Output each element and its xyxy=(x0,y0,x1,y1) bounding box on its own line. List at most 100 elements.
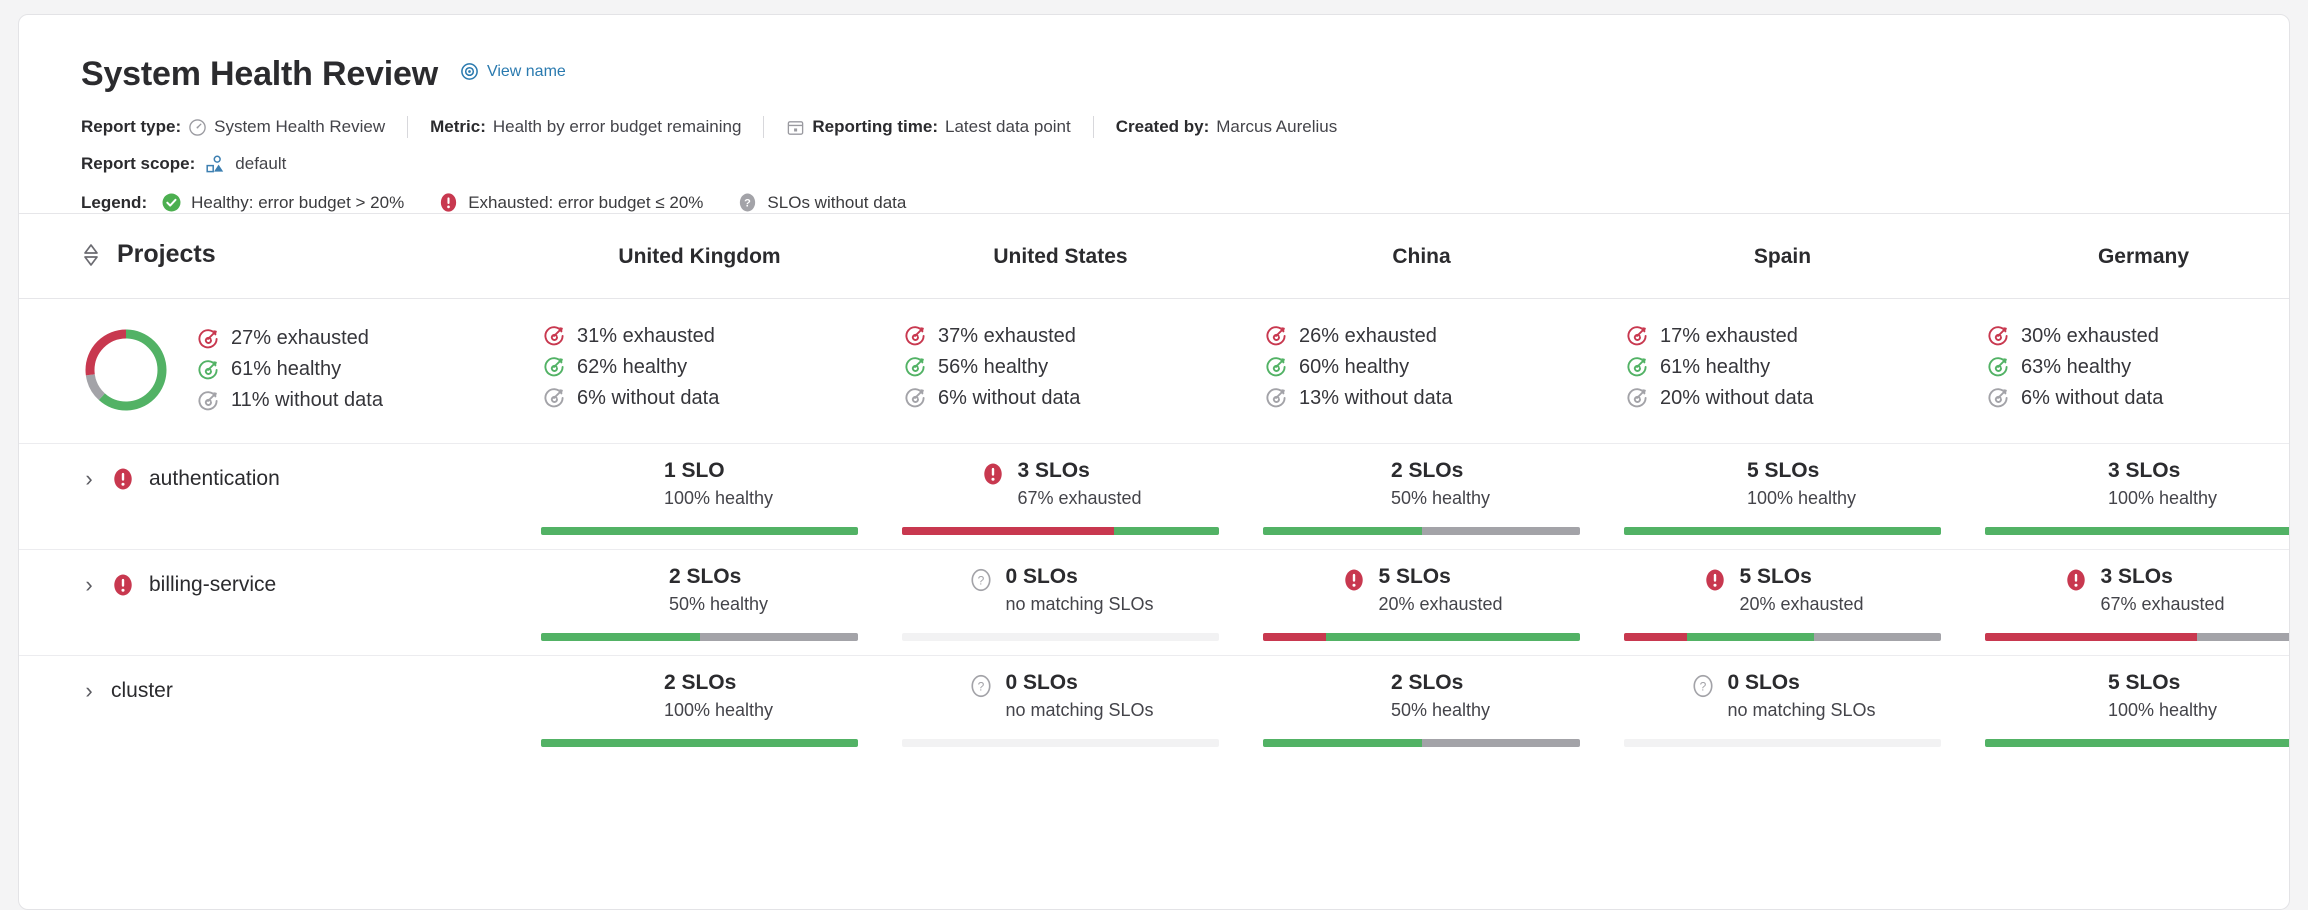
row-cell-1[interactable]: ? 0 SLOs no matching SLOs xyxy=(880,655,1241,761)
status-bar xyxy=(1624,632,1941,641)
column-header-us[interactable]: United States xyxy=(880,213,1241,299)
row-cell-2[interactable]: 2 SLOs 50% healthy xyxy=(1241,443,1602,550)
overall-donut-chart xyxy=(85,329,167,410)
stat-line-healthy: 62% healthy xyxy=(543,356,880,379)
cell-slo-count: 2 SLOs xyxy=(1390,670,1464,694)
cell-slo-status: 100% healthy xyxy=(2107,699,2218,720)
meta-created-by: Created by: Marcus Aurelius xyxy=(1116,117,1337,137)
stat-value: 13% without data xyxy=(1299,386,1453,409)
summary-row: 27% exhausted 61% healthy 11% without data… xyxy=(19,298,2289,444)
sort-updown-icon[interactable] xyxy=(81,242,101,268)
stat-value: 6% without data xyxy=(577,386,720,409)
view-name-link[interactable]: View name xyxy=(460,62,566,81)
cell-status-icon-slot xyxy=(1340,564,1366,592)
status-bar xyxy=(1985,632,2289,641)
meta-metric-value: Health by error budget remaining xyxy=(492,117,742,136)
table-row[interactable]: › cluster 2 SLOs 100% healthy? 0 SLOs no matc… xyxy=(19,655,2289,761)
legend-exhausted-text: Exhausted: error budget ≤ 20% xyxy=(468,192,704,212)
column-header-germany[interactable]: Germany xyxy=(1963,213,2289,299)
stat-value: 6% without data xyxy=(938,386,1081,409)
row-cell-2[interactable]: 5 SLOs 20% exhausted xyxy=(1241,549,1602,656)
row-project-cell[interactable]: › cluster xyxy=(19,655,519,761)
target-exhausted-icon xyxy=(543,325,565,347)
cell-slo-count: 0 SLOs xyxy=(1005,564,1078,588)
cell-status-icon-slot xyxy=(1701,564,1727,592)
stat-value: 60% healthy xyxy=(1299,355,1410,378)
column-header-projects-label: Projects xyxy=(117,240,216,268)
row-cell-0[interactable]: 2 SLOs 50% healthy xyxy=(519,549,880,656)
target-nodata-icon xyxy=(1265,387,1287,409)
status-bar-empty xyxy=(902,738,1219,747)
target-healthy-icon xyxy=(1626,356,1648,378)
stat-line-nodata: 6% without data xyxy=(543,387,880,410)
row-cell-0[interactable]: 1 SLO 100% healthy xyxy=(519,443,880,550)
report-scope-row: Report scope: default xyxy=(81,154,2289,174)
meta-metric-label: Metric: xyxy=(430,117,486,136)
row-cell-0[interactable]: 2 SLOs 100% healthy xyxy=(519,655,880,761)
chevron-right-icon[interactable]: › xyxy=(81,679,97,702)
row-cell-4[interactable]: 3 SLOs 67% exhausted xyxy=(1963,549,2289,656)
summary-stats-3: 17% exhausted 61% healthy 20% without data xyxy=(1602,325,1963,410)
target-nodata-icon xyxy=(543,387,565,409)
row-project-cell[interactable]: › authentication xyxy=(19,443,519,550)
table-body: 27% exhausted 61% healthy 11% without data… xyxy=(19,298,2289,444)
overall-stats: 27% exhausted 61% healthy 11% without data xyxy=(197,327,383,412)
exhausted-alert-icon xyxy=(981,462,1005,486)
chevron-right-icon[interactable]: › xyxy=(81,467,97,490)
status-bar xyxy=(902,526,1219,535)
stat-value: 27% exhausted xyxy=(231,327,369,349)
column-header-china[interactable]: China xyxy=(1241,213,1602,299)
exhausted-alert-icon xyxy=(111,467,135,491)
cell-slo-status: 67% exhausted xyxy=(2100,593,2225,614)
column-header-projects[interactable]: Projects xyxy=(19,213,519,299)
table-rows-body: › authentication 1 SLO 100% healthy 3 SLOs 67… xyxy=(19,443,2289,761)
legend-row: Legend: Healthy: error budget > 20% Exha… xyxy=(81,192,2289,213)
summary-cell-1: 37% exhausted 56% healthy 6% without data xyxy=(880,298,1241,444)
page-background: System Health Review View name Report ty… xyxy=(0,0,2308,910)
view-name-label: View name xyxy=(486,62,566,80)
stat-line-healthy: 61% healthy xyxy=(1626,356,1963,379)
exhausted-alert-icon xyxy=(438,192,459,213)
stat-line-healthy: 63% healthy xyxy=(1987,356,2289,379)
row-cell-3[interactable]: 5 SLOs 20% exhausted xyxy=(1602,549,1963,656)
row-cell-1[interactable]: 3 SLOs 67% exhausted xyxy=(880,443,1241,550)
cell-slo-count: 2 SLOs xyxy=(1390,458,1464,482)
row-cell-2[interactable]: 2 SLOs 50% healthy xyxy=(1241,655,1602,761)
chevron-right-icon[interactable]: › xyxy=(81,573,97,596)
stat-value: 61% healthy xyxy=(231,358,342,380)
row-cell-3[interactable]: ? 0 SLOs no matching SLOs xyxy=(1602,655,1963,761)
row-cell-4[interactable]: 3 SLOs 100% healthy xyxy=(1963,443,2289,550)
summary-cell-4: 30% exhausted 63% healthy 6% without data xyxy=(1963,298,2289,444)
status-bar xyxy=(1263,738,1580,747)
row-project-cell[interactable]: › billing-service xyxy=(19,549,519,656)
row-cell-1[interactable]: ? 0 SLOs no matching SLOs xyxy=(880,549,1241,656)
table-header-row: Projects United Kingdom United States Ch… xyxy=(19,213,2289,299)
cell-status-icon-slot: ? xyxy=(1689,670,1715,698)
table-row[interactable]: › billing-service 2 SLOs 50% healthy? 0 SLOs… xyxy=(19,549,2289,656)
target-nodata-icon xyxy=(1626,387,1648,409)
row-cell-4[interactable]: 5 SLOs 100% healthy xyxy=(1963,655,2289,761)
meta-reporting-time: Reporting time: Latest data point xyxy=(786,117,1071,137)
report-scope-label: Report scope: xyxy=(81,154,196,173)
legend-item-exhausted: Exhausted: error budget ≤ 20% xyxy=(438,192,703,213)
cell-slo-status: 100% healthy xyxy=(1746,487,1857,508)
stat-line-healthy: 61% healthy xyxy=(197,358,383,381)
report-meta-row: Report type: System Health Review Metric… xyxy=(81,116,2289,138)
stat-value: 62% healthy xyxy=(577,355,688,378)
cell-status-icon-slot xyxy=(626,670,652,674)
cell-slo-status: 50% healthy xyxy=(1390,487,1491,508)
cell-slo-count: 5 SLOs xyxy=(1378,564,1451,588)
table-row[interactable]: › authentication 1 SLO 100% healthy 3 SLOs 67… xyxy=(19,443,2289,550)
row-cell-3[interactable]: 5 SLOs 100% healthy xyxy=(1602,443,1963,550)
scope-icon xyxy=(205,154,225,174)
column-header-uk[interactable]: United Kingdom xyxy=(519,213,880,299)
target-exhausted-icon xyxy=(197,328,219,350)
target-nodata-icon xyxy=(197,390,219,412)
cell-slo-status: 100% healthy xyxy=(2107,487,2218,508)
status-bar xyxy=(541,738,858,747)
stat-value: 11% without data xyxy=(231,389,383,411)
column-header-spain[interactable]: Spain xyxy=(1602,213,1963,299)
cell-slo-status: 50% healthy xyxy=(668,593,769,614)
exhausted-alert-icon xyxy=(111,573,135,597)
view-icon xyxy=(460,62,479,81)
